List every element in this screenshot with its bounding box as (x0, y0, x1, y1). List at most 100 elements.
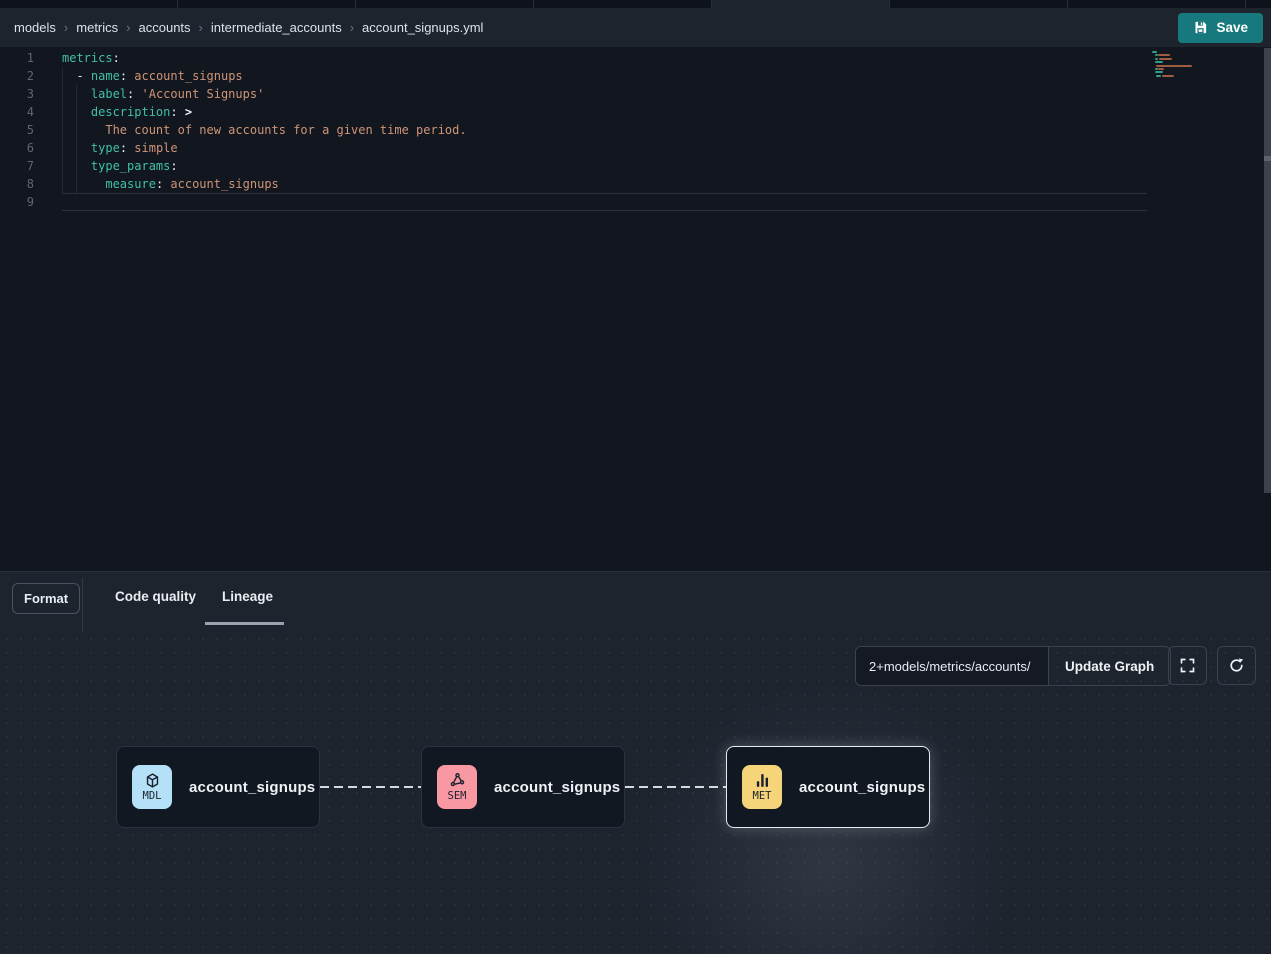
refresh-button[interactable] (1217, 646, 1256, 685)
minimap-line (1152, 75, 1212, 77)
code-line: 4 description: > (0, 103, 1271, 121)
minimap-token (1162, 75, 1174, 77)
lineage-node-mdl[interactable]: MDLaccount_signups (116, 746, 320, 828)
fullscreen-button[interactable] (1168, 646, 1207, 685)
breadcrumb-item[interactable]: accounts (139, 20, 191, 35)
code-token: : (170, 105, 177, 119)
code-token: account_signups (163, 177, 279, 191)
code-line: 2 - name: account_signups (0, 67, 1271, 85)
line-number: 6 (0, 139, 34, 157)
code-text: measure: account_signups (34, 175, 279, 193)
update-graph-button[interactable]: Update Graph (1048, 647, 1170, 685)
line-number: 5 (0, 121, 34, 139)
code-text: type_params: (34, 157, 178, 175)
code-text: metrics: (34, 49, 120, 67)
code-token: simple (127, 141, 178, 155)
line-number: 3 (0, 85, 34, 103)
format-button[interactable]: Format (12, 583, 80, 614)
minimap-line (1152, 68, 1212, 70)
minimap[interactable] (1152, 51, 1212, 82)
code-token: metrics (62, 51, 113, 65)
scrollbar-handle[interactable] (1264, 156, 1271, 161)
code-token: description (91, 105, 170, 119)
ide-root: models › metrics › accounts › intermediate_acc… (0, 0, 1271, 954)
minimap-token (1155, 58, 1159, 60)
minimap-line (1152, 71, 1212, 73)
code-token: The count of new accounts for a given ti… (105, 123, 466, 137)
bar-chart-icon (754, 772, 771, 789)
breadcrumb-item[interactable]: metrics (76, 20, 118, 35)
lineage-edge (625, 786, 726, 788)
active-tab-underline (205, 622, 284, 625)
line-number: 4 (0, 103, 34, 121)
minimap-token (1152, 51, 1157, 53)
code-line: 6 type: simple (0, 139, 1271, 157)
code-token: label (91, 87, 127, 101)
code-token: : (120, 141, 127, 155)
editor-tab-strip (0, 0, 1271, 8)
line-number: 1 (0, 49, 34, 67)
code-line: 9 (0, 193, 1271, 211)
editor-tab-stub[interactable] (0, 0, 178, 8)
code-line: 8 measure: account_signups (0, 175, 1271, 193)
breadcrumb-separator-icon: › (350, 20, 354, 35)
minimap-line (1152, 78, 1212, 80)
breadcrumb-separator-icon: › (199, 20, 203, 35)
save-label: Save (1216, 20, 1248, 35)
editor-tab-stub[interactable] (712, 0, 890, 8)
code-line: 1metrics: (0, 49, 1271, 67)
lineage-node-met[interactable]: METaccount_signups (726, 746, 930, 828)
breadcrumb-bar: models › metrics › accounts › intermediate_acc… (0, 8, 1271, 47)
minimap-line (1152, 51, 1212, 53)
indent-guide (76, 85, 77, 193)
breadcrumb-separator-icon: › (126, 20, 130, 35)
editor-tab-stub[interactable] (534, 0, 712, 8)
code-token: account_signups (127, 69, 243, 83)
editor-tab-stub[interactable] (890, 0, 1068, 8)
breadcrumb: models › metrics › accounts › intermediate_acc… (14, 20, 483, 35)
code-token: : (170, 159, 177, 173)
code-text: description: > (34, 103, 192, 121)
lineage-filter-input[interactable] (856, 647, 1048, 685)
node-badge-label: SEM (448, 790, 467, 802)
tab-code-quality[interactable]: Code quality (115, 589, 196, 604)
line-number: 2 (0, 67, 34, 85)
editor-tab-stub[interactable] (178, 0, 356, 8)
line-number: 9 (0, 193, 34, 211)
node-badge-label: MDL (143, 790, 162, 802)
minimap-token (1155, 54, 1158, 56)
lineage-node-sem[interactable]: SEMaccount_signups (421, 746, 625, 828)
tab-strip-filler (1246, 0, 1271, 8)
code-text: - name: account_signups (34, 67, 243, 85)
line-number: 7 (0, 157, 34, 175)
code-text: label: 'Account Signups' (34, 85, 264, 103)
code-token: : (113, 51, 120, 65)
editor-tab-stub[interactable] (356, 0, 534, 8)
save-button[interactable]: Save (1178, 13, 1263, 43)
code-editor[interactable]: 1metrics:2 - name: account_signups3 labe… (0, 47, 1271, 571)
code-token: 'Account Signups' (134, 87, 264, 101)
code-token: : (120, 69, 127, 83)
breadcrumb-item[interactable]: models (14, 20, 56, 35)
minimap-token (1155, 68, 1158, 70)
code-line: 3 label: 'Account Signups' (0, 85, 1271, 103)
code-token: type (91, 141, 120, 155)
editor-scrollbar[interactable] (1264, 48, 1271, 493)
semantic-network-icon (449, 772, 466, 789)
minimap-line (1152, 54, 1212, 56)
tab-lineage[interactable]: Lineage (222, 589, 273, 604)
breadcrumb-item[interactable]: intermediate_accounts (211, 20, 342, 35)
code-token: > (178, 105, 192, 119)
code-token: - (62, 69, 91, 83)
editor-tab-stub[interactable] (1068, 0, 1246, 8)
code-token: type_params (91, 159, 170, 173)
code-token: measure (105, 177, 156, 191)
breadcrumb-separator-icon: › (64, 20, 68, 35)
breadcrumb-item[interactable]: account_signups.yml (362, 20, 483, 35)
lineage-graph[interactable]: Update Graph MDLaccount_signupsSEMacco (0, 632, 1271, 954)
minimap-token (1158, 54, 1170, 56)
code-line: 7 type_params: (0, 157, 1271, 175)
fullscreen-icon (1180, 658, 1195, 673)
node-badge-sem: SEM (437, 765, 477, 809)
code-token: name (91, 69, 120, 83)
